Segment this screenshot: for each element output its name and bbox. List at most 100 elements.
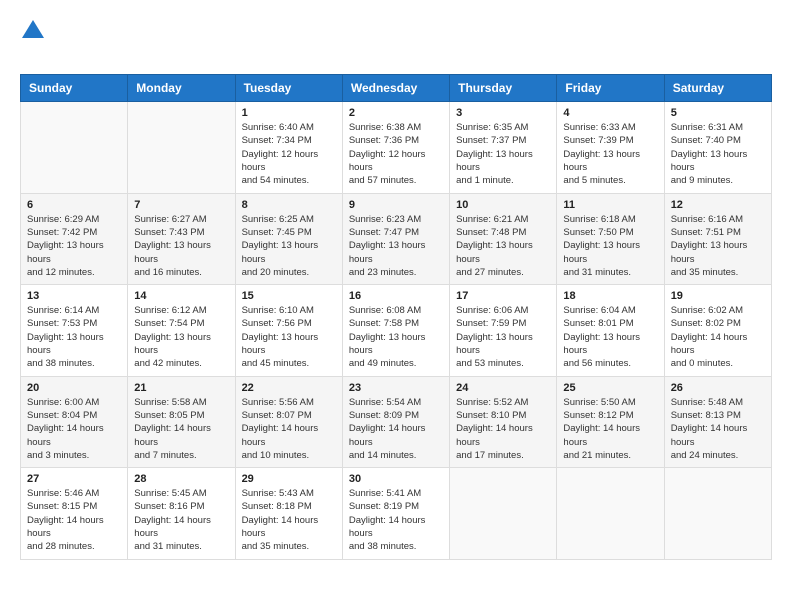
calendar-day-1: 1 Sunrise: 6:40 AM Sunset: 7:34 PM Daylig… [235, 102, 342, 193]
day-info: Sunrise: 5:56 AM Sunset: 8:07 PM Dayligh… [242, 396, 336, 462]
day-info: Sunrise: 5:52 AM Sunset: 8:10 PM Dayligh… [456, 396, 550, 462]
calendar-day-5: 5 Sunrise: 6:31 AM Sunset: 7:40 PM Daylig… [664, 102, 771, 193]
day-info: Sunrise: 6:40 AM Sunset: 7:34 PM Dayligh… [242, 121, 336, 187]
calendar-day-15: 15Sunrise: 6:10 AM Sunset: 7:56 PM Dayli… [235, 285, 342, 376]
day-info: Sunrise: 6:10 AM Sunset: 7:56 PM Dayligh… [242, 304, 336, 370]
page-container: SundayMondayTuesdayWednesdayThursdayFrid… [20, 20, 772, 560]
day-info: Sunrise: 6:33 AM Sunset: 7:39 PM Dayligh… [563, 121, 657, 187]
day-info: Sunrise: 6:25 AM Sunset: 7:45 PM Dayligh… [242, 213, 336, 279]
calendar-day-10: 10 Sunrise: 6:21 AM Sunset: 7:48 PM Dayli… [450, 193, 557, 284]
day-number: 3 [456, 107, 550, 119]
day-info: Sunrise: 6:27 AM Sunset: 7:43 PM Dayligh… [134, 213, 228, 279]
day-number: 11 [563, 199, 657, 211]
calendar-day-27: 27 Sunrise: 5:46 AM Sunset: 8:15 PM Dayli… [21, 468, 128, 559]
calendar-day-7: 7 Sunrise: 6:27 AM Sunset: 7:43 PM Daylig… [128, 193, 235, 284]
calendar-day-21: 21 Sunrise: 5:58 AM Sunset: 8:05 PM Dayli… [128, 376, 235, 467]
weekday-header-thursday: Thursday [450, 75, 557, 102]
day-info: Sunrise: 6:06 AM Sunset: 7:59 PM Dayligh… [456, 304, 550, 370]
day-number: 20 [27, 382, 121, 394]
day-number: 17 [456, 290, 550, 302]
calendar-day-22: 22 Sunrise: 5:56 AM Sunset: 8:07 PM Dayli… [235, 376, 342, 467]
calendar-day-19: 19 Sunrise: 6:02 AM Sunset: 8:02 PM Dayli… [664, 285, 771, 376]
weekday-header-wednesday: Wednesday [342, 75, 449, 102]
day-info: Sunrise: 6:12 AM Sunset: 7:54 PM Dayligh… [134, 304, 228, 370]
day-info: Sunrise: 6:38 AM Sunset: 7:36 PM Dayligh… [349, 121, 443, 187]
calendar-day-11: 11 Sunrise: 6:18 AM Sunset: 7:50 PM Dayli… [557, 193, 664, 284]
weekday-header-sunday: Sunday [21, 75, 128, 102]
calendar-day-2: 2 Sunrise: 6:38 AM Sunset: 7:36 PM Daylig… [342, 102, 449, 193]
day-number: 4 [563, 107, 657, 119]
day-number: 2 [349, 107, 443, 119]
calendar-day-empty [21, 102, 128, 193]
calendar-day-8: 8Sunrise: 6:25 AM Sunset: 7:45 PM Daylig… [235, 193, 342, 284]
day-number: 13 [27, 290, 121, 302]
day-info: Sunrise: 6:18 AM Sunset: 7:50 PM Dayligh… [563, 213, 657, 279]
calendar-day-14: 14 Sunrise: 6:12 AM Sunset: 7:54 PM Dayli… [128, 285, 235, 376]
day-info: Sunrise: 5:50 AM Sunset: 8:12 PM Dayligh… [563, 396, 657, 462]
calendar-week-3: 13Sunrise: 6:14 AM Sunset: 7:53 PM Dayli… [21, 285, 772, 376]
day-info: Sunrise: 6:23 AM Sunset: 7:47 PM Dayligh… [349, 213, 443, 279]
calendar-day-4: 4 Sunrise: 6:33 AM Sunset: 7:39 PM Daylig… [557, 102, 664, 193]
day-info: Sunrise: 6:04 AM Sunset: 8:01 PM Dayligh… [563, 304, 657, 370]
logo-text [20, 20, 44, 64]
calendar-day-29: 29Sunrise: 5:43 AM Sunset: 8:18 PM Dayli… [235, 468, 342, 559]
calendar-day-16: 16 Sunrise: 6:08 AM Sunset: 7:58 PM Dayli… [342, 285, 449, 376]
calendar-day-24: 24 Sunrise: 5:52 AM Sunset: 8:10 PM Dayli… [450, 376, 557, 467]
calendar-week-2: 6 Sunrise: 6:29 AM Sunset: 7:42 PM Daylig… [21, 193, 772, 284]
header [20, 20, 772, 64]
calendar-week-4: 20 Sunrise: 6:00 AM Sunset: 8:04 PM Dayli… [21, 376, 772, 467]
calendar-table: SundayMondayTuesdayWednesdayThursdayFrid… [20, 74, 772, 559]
day-number: 23 [349, 382, 443, 394]
logo-triangle-icon [22, 20, 44, 38]
day-number: 24 [456, 382, 550, 394]
day-info: Sunrise: 6:21 AM Sunset: 7:48 PM Dayligh… [456, 213, 550, 279]
day-info: Sunrise: 5:48 AM Sunset: 8:13 PM Dayligh… [671, 396, 765, 462]
day-number: 10 [456, 199, 550, 211]
weekday-header-friday: Friday [557, 75, 664, 102]
day-info: Sunrise: 6:16 AM Sunset: 7:51 PM Dayligh… [671, 213, 765, 279]
day-number: 12 [671, 199, 765, 211]
day-number: 14 [134, 290, 228, 302]
day-number: 19 [671, 290, 765, 302]
calendar-week-1: 1 Sunrise: 6:40 AM Sunset: 7:34 PM Daylig… [21, 102, 772, 193]
day-number: 22 [242, 382, 336, 394]
day-number: 21 [134, 382, 228, 394]
logo [20, 20, 44, 64]
day-number: 29 [242, 473, 336, 485]
day-info: Sunrise: 6:00 AM Sunset: 8:04 PM Dayligh… [27, 396, 121, 462]
calendar-day-23: 23 Sunrise: 5:54 AM Sunset: 8:09 PM Dayli… [342, 376, 449, 467]
day-info: Sunrise: 6:29 AM Sunset: 7:42 PM Dayligh… [27, 213, 121, 279]
day-info: Sunrise: 6:35 AM Sunset: 7:37 PM Dayligh… [456, 121, 550, 187]
day-info: Sunrise: 6:08 AM Sunset: 7:58 PM Dayligh… [349, 304, 443, 370]
calendar-header-row: SundayMondayTuesdayWednesdayThursdayFrid… [21, 75, 772, 102]
calendar-day-empty [664, 468, 771, 559]
day-info: Sunrise: 6:02 AM Sunset: 8:02 PM Dayligh… [671, 304, 765, 370]
calendar-day-6: 6 Sunrise: 6:29 AM Sunset: 7:42 PM Daylig… [21, 193, 128, 284]
calendar-day-28: 28Sunrise: 5:45 AM Sunset: 8:16 PM Dayli… [128, 468, 235, 559]
day-number: 6 [27, 199, 121, 211]
day-number: 26 [671, 382, 765, 394]
calendar-day-25: 25Sunrise: 5:50 AM Sunset: 8:12 PM Dayli… [557, 376, 664, 467]
calendar-day-18: 18 Sunrise: 6:04 AM Sunset: 8:01 PM Dayli… [557, 285, 664, 376]
day-number: 18 [563, 290, 657, 302]
day-number: 5 [671, 107, 765, 119]
calendar-day-30: 30Sunrise: 5:41 AM Sunset: 8:19 PM Dayli… [342, 468, 449, 559]
calendar-day-3: 3 Sunrise: 6:35 AM Sunset: 7:37 PM Daylig… [450, 102, 557, 193]
calendar-day-26: 26 Sunrise: 5:48 AM Sunset: 8:13 PM Dayli… [664, 376, 771, 467]
day-info: Sunrise: 5:54 AM Sunset: 8:09 PM Dayligh… [349, 396, 443, 462]
day-info: Sunrise: 6:31 AM Sunset: 7:40 PM Dayligh… [671, 121, 765, 187]
calendar-day-12: 12 Sunrise: 6:16 AM Sunset: 7:51 PM Dayli… [664, 193, 771, 284]
day-info: Sunrise: 5:46 AM Sunset: 8:15 PM Dayligh… [27, 487, 121, 553]
day-number: 27 [27, 473, 121, 485]
weekday-header-tuesday: Tuesday [235, 75, 342, 102]
day-number: 16 [349, 290, 443, 302]
calendar-day-empty [557, 468, 664, 559]
day-info: Sunrise: 5:58 AM Sunset: 8:05 PM Dayligh… [134, 396, 228, 462]
day-number: 7 [134, 199, 228, 211]
calendar-day-empty [450, 468, 557, 559]
day-number: 28 [134, 473, 228, 485]
day-number: 1 [242, 107, 336, 119]
day-number: 9 [349, 199, 443, 211]
calendar-day-9: 9 Sunrise: 6:23 AM Sunset: 7:47 PM Daylig… [342, 193, 449, 284]
day-number: 30 [349, 473, 443, 485]
